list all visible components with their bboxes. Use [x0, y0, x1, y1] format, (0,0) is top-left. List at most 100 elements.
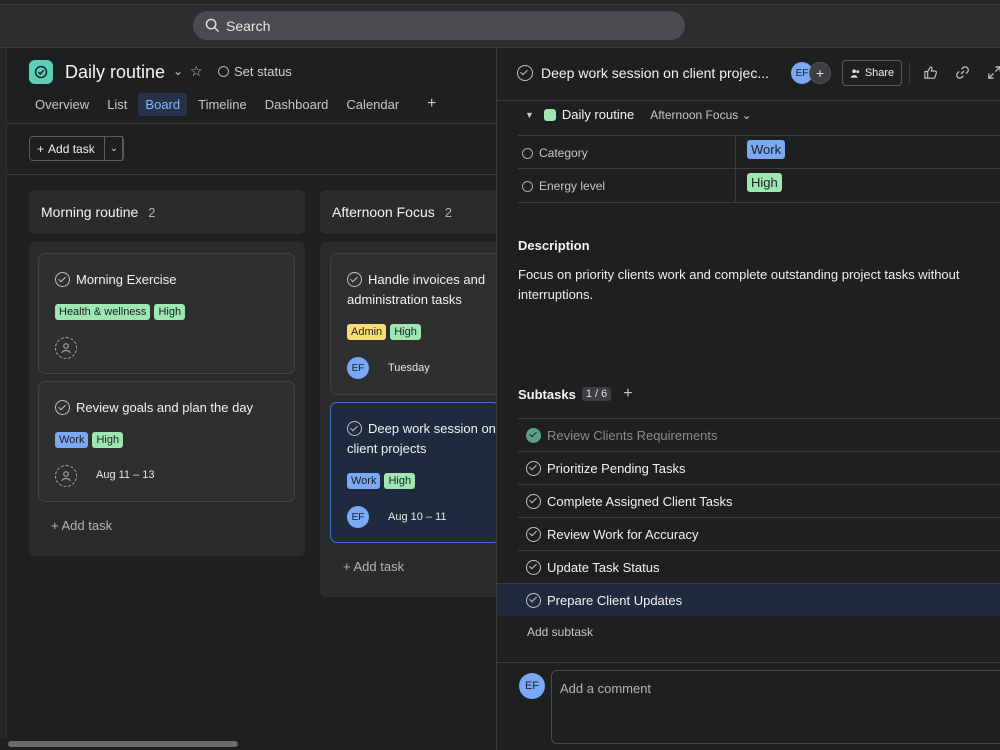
tab-board[interactable]: Board [138, 93, 188, 116]
column-header-morning-routine[interactable]: Morning routine 2 [29, 190, 305, 234]
check-circle-icon[interactable] [526, 592, 541, 608]
divider [497, 662, 1000, 663]
project-icon[interactable] [29, 60, 53, 84]
column-name: Afternoon Focus [332, 204, 435, 220]
set-status-label: Set status [234, 64, 292, 79]
add-task-dropdown[interactable]: ⌄ [104, 136, 124, 161]
expand-icon[interactable] [987, 65, 1000, 83]
tag: Work [347, 473, 381, 489]
column-header-afternoon-focus[interactable]: Afternoon Focus 2 [320, 190, 496, 234]
scrollbar-thumb[interactable] [8, 741, 238, 747]
people-icon [850, 68, 860, 78]
divider [7, 123, 496, 124]
subtask-item-highlighted[interactable]: Prepare Client Updates [497, 583, 1000, 616]
task-card-title: Morning Exercise [55, 270, 286, 290]
chevron-down-icon[interactable]: ⌄ [173, 64, 183, 78]
check-circle-icon[interactable] [347, 421, 362, 436]
description-text[interactable]: Focus on priority clients work and compl… [518, 265, 988, 305]
check-circle-icon[interactable] [517, 65, 533, 81]
field-row-energy-level: Energy level High [518, 169, 1000, 203]
task-detail-title[interactable]: Deep work session on client projec... [517, 65, 769, 81]
tag: High [154, 304, 186, 320]
user-icon [61, 471, 71, 482]
subtask-item[interactable]: Review Work for Accuracy [518, 517, 1000, 550]
check-circle-icon[interactable] [526, 559, 541, 575]
dropdown-field-icon [522, 180, 533, 192]
assignee-placeholder-icon[interactable] [55, 337, 77, 359]
check-circle-icon[interactable] [526, 460, 541, 476]
project-title[interactable]: Daily routine [65, 62, 165, 83]
check-circle-icon[interactable] [526, 526, 541, 542]
task-card[interactable]: Morning Exercise Health & wellness High [38, 253, 295, 374]
add-tab-plus-icon[interactable]: + [427, 95, 436, 113]
project-name[interactable]: Daily routine [562, 107, 634, 122]
tab-overview[interactable]: Overview [28, 93, 96, 116]
status-ring-icon [218, 66, 229, 77]
section-selector[interactable]: Afternoon Focus ⌄ [650, 108, 751, 122]
subtask-label: Update Task Status [547, 559, 660, 575]
tab-timeline[interactable]: Timeline [191, 93, 254, 116]
search-bar[interactable]: Search [193, 11, 685, 40]
field-label-text: Energy level [539, 179, 606, 193]
task-detail-pane: Deep work session on client projec... EF… [496, 48, 1000, 750]
tag: High [92, 432, 124, 448]
add-task-label: Add task [48, 141, 95, 156]
column-count: 2 [148, 204, 156, 220]
task-card[interactable]: Handle invoices and administration tasks… [330, 253, 500, 395]
divider [7, 174, 496, 175]
check-circle-icon[interactable] [526, 493, 541, 509]
task-card-selected[interactable]: Deep work session on client projects Wor… [330, 402, 500, 543]
task-card-title: Handle invoices and administration tasks [347, 270, 489, 310]
browser-strip [0, 0, 1000, 5]
avatar: EF [519, 673, 545, 699]
subtask-list: Review Clients Requirements Prioritize P… [497, 418, 1000, 616]
column-count: 2 [444, 204, 452, 220]
field-row-category: Category Work [518, 135, 1000, 169]
subtask-label: Prioritize Pending Tasks [547, 460, 686, 476]
subtask-item[interactable]: Review Clients Requirements [518, 418, 1000, 451]
check-circle-icon[interactable] [55, 272, 70, 287]
add-collaborator-plus-icon[interactable]: + [809, 62, 831, 84]
tab-list[interactable]: List [100, 93, 134, 116]
task-card[interactable]: Review goals and plan the day Work High … [38, 381, 295, 502]
share-button[interactable]: Share [842, 60, 902, 86]
triangle-down-icon[interactable]: ▼ [525, 110, 534, 120]
project-tabs: Overview List Board Timeline Dashboard C… [28, 93, 410, 116]
avatar[interactable]: EF [347, 506, 369, 528]
link-icon[interactable] [955, 65, 970, 83]
check-circle-icon[interactable] [347, 272, 362, 287]
task-card-title: Deep work session on client projects [347, 419, 499, 459]
check-circle-icon[interactable] [55, 400, 70, 415]
subtask-item[interactable]: Prioritize Pending Tasks [518, 451, 1000, 484]
subtask-item[interactable]: Complete Assigned Client Tasks [518, 484, 1000, 517]
star-icon[interactable]: ☆ [190, 63, 203, 80]
tag-list: Admin High [347, 324, 421, 340]
add-subtask-button[interactable]: Add subtask [527, 625, 593, 639]
avatar[interactable]: EF [347, 357, 369, 379]
field-value[interactable]: High [747, 173, 782, 192]
search-icon [205, 18, 220, 33]
subtasks-header: Subtasks 1 / 6 + [518, 385, 633, 403]
task-title-text: Review goals and plan the day [76, 400, 254, 415]
column-add-task-button[interactable]: + Add task [51, 518, 112, 533]
check-circle-icon[interactable] [526, 427, 541, 443]
project-breadcrumb[interactable]: ▼ Daily routine Afternoon Focus ⌄ [525, 107, 752, 122]
set-status-button[interactable]: Set status [218, 64, 292, 79]
share-label: Share [864, 67, 895, 79]
tab-dashboard[interactable]: Dashboard [258, 93, 336, 116]
divider [909, 62, 910, 84]
due-date: Aug 10 – 11 [388, 511, 447, 523]
comment-input[interactable]: Add a comment [551, 670, 1000, 744]
column-add-task-button[interactable]: + Add task [343, 559, 404, 574]
assignee-placeholder-icon[interactable] [55, 465, 77, 487]
subtask-item[interactable]: Update Task Status [518, 550, 1000, 583]
field-value[interactable]: Work [747, 140, 786, 159]
tag-list: Work High [55, 432, 124, 448]
add-subtask-plus-icon[interactable]: + [623, 385, 632, 403]
subtasks-heading: Subtasks [518, 386, 576, 402]
user-icon [61, 343, 71, 354]
tag: Health & wellness [55, 304, 151, 320]
thumbs-up-icon[interactable] [923, 65, 938, 83]
field-label-text: Category [539, 146, 588, 160]
tab-calendar[interactable]: Calendar [339, 93, 406, 116]
